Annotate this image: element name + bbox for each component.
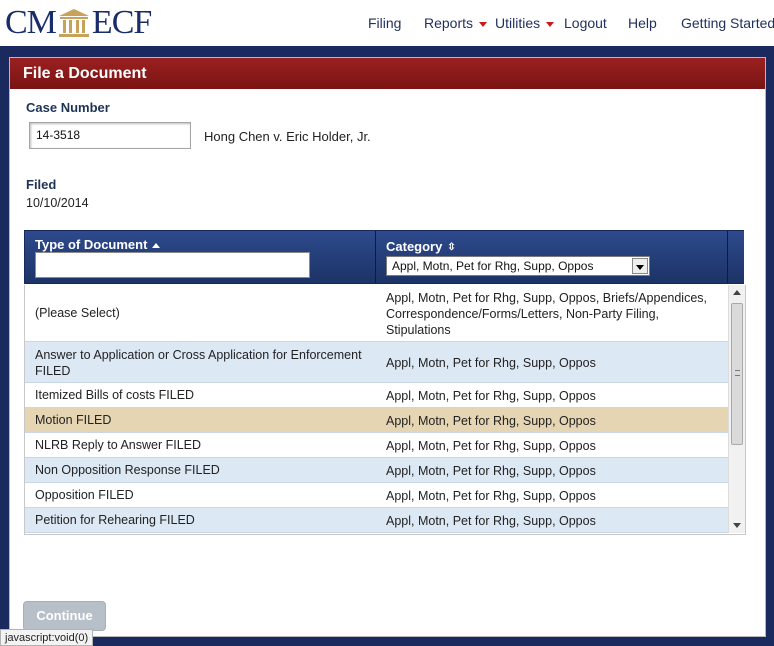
row-category: Appl, Motn, Pet for Rhg, Supp, Oppos [386, 414, 596, 428]
row-category: Appl, Motn, Pet for Rhg, Supp, Oppos [386, 356, 596, 370]
row-category: Appl, Motn, Pet for Rhg, Supp, Oppos [386, 464, 596, 478]
filed-label: Filed [26, 177, 57, 192]
nav-reports-label: Reports [424, 15, 474, 31]
nav-reports[interactable]: Reports [424, 15, 488, 31]
nav-filing[interactable]: Filing [368, 15, 401, 31]
nav-logout[interactable]: Logout [564, 15, 607, 31]
status-bar: javascript:void(0) [0, 629, 94, 646]
row-category: Appl, Motn, Pet for Rhg, Supp, Oppos [386, 389, 596, 403]
category-select[interactable]: Appl, Motn, Pet for Rhg, Supp, Oppos [386, 256, 650, 276]
table-row[interactable]: NLRB Reply to Answer FILED Appl, Motn, P… [25, 433, 728, 458]
col-type-label: Type of Document [35, 237, 148, 252]
top-bar: CM ECF Filing Reports Utilities Logout H… [0, 0, 774, 46]
nav-utilities-label: Utilities [495, 15, 541, 31]
type-filter-input[interactable] [35, 252, 310, 278]
continue-button[interactable]: Continue [23, 601, 106, 631]
nav-getting-started[interactable]: Getting Started [681, 15, 774, 31]
row-type: Itemized Bills of costs FILED [35, 388, 195, 402]
category-select-value: Appl, Motn, Pet for Rhg, Supp, Oppos [392, 259, 594, 273]
table-header: Type of Document Category ⇳ Appl, Motn, P… [24, 230, 744, 284]
scroll-down-icon[interactable] [733, 523, 741, 528]
row-type: Motion FILED [35, 413, 112, 427]
row-type: Petition for Rehearing FILED [35, 513, 195, 527]
scrollbar-thumb[interactable] [731, 303, 743, 445]
row-type: Non Opposition Response FILED [35, 463, 220, 477]
row-category: Appl, Motn, Pet for Rhg, Supp, Oppos [386, 514, 596, 528]
grip-icon [735, 370, 740, 376]
table-row[interactable]: Opposition FILED Appl, Motn, Pet for Rhg… [25, 483, 728, 508]
row-type: Opposition FILED [35, 488, 134, 502]
table-row[interactable]: (Please Select) Appl, Motn, Pet for Rhg,… [25, 285, 728, 342]
row-category: Appl, Motn, Pet for Rhg, Supp, Oppos [386, 489, 596, 503]
nav-utilities[interactable]: Utilities [495, 15, 555, 31]
col-type-header[interactable]: Type of Document [35, 237, 161, 252]
table-row[interactable]: Itemized Bills of costs FILED Appl, Motn… [25, 383, 728, 408]
table-row-selected[interactable]: Motion FILED Appl, Motn, Pet for Rhg, Su… [25, 408, 728, 433]
table-row[interactable]: Non Opposition Response FILED Appl, Motn… [25, 458, 728, 483]
sort-asc-icon [152, 243, 161, 249]
list-scrollbar[interactable] [728, 285, 745, 533]
header-scroll-stub [727, 231, 744, 283]
case-number-input[interactable]: 14-3518 [29, 122, 191, 149]
sort-both-icon: ⇳ [447, 242, 456, 254]
courthouse-icon [58, 9, 89, 37]
scroll-up-icon[interactable] [733, 290, 741, 295]
row-category: Appl, Motn, Pet for Rhg, Supp, Oppos, Br… [386, 291, 708, 337]
col-category-label: Category [386, 239, 443, 254]
table-row[interactable]: Petition for Rehearing FILED Appl, Motn,… [25, 508, 728, 533]
document-type-list: (Please Select) Appl, Motn, Pet for Rhg,… [24, 285, 746, 535]
table-row[interactable]: Answer to Application or Cross Applicati… [25, 342, 728, 383]
cmecf-logo[interactable]: CM ECF [5, 4, 152, 41]
chevron-down-icon [479, 21, 488, 27]
row-type: NLRB Reply to Answer FILED [35, 438, 202, 452]
filed-date: 10/10/2014 [26, 196, 89, 210]
row-type: (Please Select) [35, 306, 120, 320]
nav-help[interactable]: Help [628, 15, 657, 31]
chevron-down-icon[interactable] [632, 258, 648, 274]
panel-title: File a Document [10, 58, 765, 89]
case-caption: Hong Chen v. Eric Holder, Jr. [204, 129, 371, 144]
row-type: Answer to Application or Cross Applicati… [35, 348, 362, 378]
logo-text-ecf: ECF [91, 4, 152, 41]
chevron-down-icon [546, 21, 555, 27]
row-category: Appl, Motn, Pet for Rhg, Supp, Oppos [386, 439, 596, 453]
case-number-label: Case Number [26, 100, 110, 115]
column-divider [375, 231, 376, 283]
logo-text-cm: CM [5, 4, 57, 41]
col-category-header[interactable]: Category ⇳ [386, 239, 456, 254]
